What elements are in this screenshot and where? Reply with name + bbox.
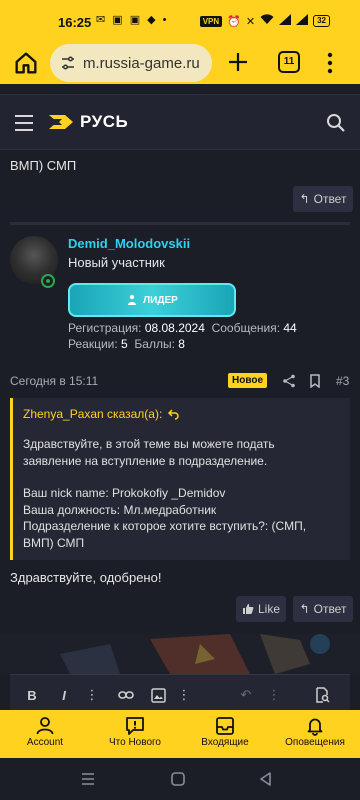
nav-account[interactable]: Account — [0, 710, 90, 758]
logo-mark-icon — [49, 115, 73, 129]
share-icon[interactable] — [282, 374, 296, 388]
browser-toolbar: m.russia-game.ru 11 — [0, 42, 360, 84]
more-options-icon-3[interactable]: ⋮ — [266, 687, 282, 703]
post-timestamp[interactable]: Сегодня в 15:11 — [10, 374, 98, 388]
nav-inbox-label: Входящие — [201, 737, 249, 748]
nav-account-label: Account — [26, 737, 64, 748]
more-vert-icon[interactable] — [326, 51, 334, 75]
quote-line: Здравствуйте, в этой теме вы можете пода… — [23, 437, 275, 451]
users-icon — [128, 294, 137, 305]
undo-icon[interactable]: ↶ — [238, 687, 254, 703]
points-value: 8 — [178, 337, 185, 351]
link-icon[interactable] — [118, 687, 134, 703]
alarm-icon: ⏰ — [227, 15, 241, 28]
new-badge: Новое — [228, 373, 268, 388]
more-options-icon[interactable]: ⋮ — [84, 687, 100, 703]
quote-line — [23, 469, 343, 485]
post-divider — [10, 222, 350, 225]
author-username[interactable]: Demid_Molodovskii — [68, 236, 190, 251]
reply-icon: ↰ — [299, 192, 310, 206]
rank-badge: ЛИДЕР — [68, 283, 236, 317]
decor-shapes — [60, 634, 330, 674]
site-logo[interactable]: РУСЬ — [48, 112, 128, 132]
wifi-icon — [260, 14, 274, 28]
italic-icon[interactable]: I — [56, 687, 72, 703]
reactions-label: Реакции: — [68, 337, 118, 351]
like-button[interactable]: Like — [236, 596, 286, 622]
bottom-navigation: Account Что Нового Входящие Оповещения — [0, 710, 360, 758]
rank-label: ЛИДЕР — [143, 294, 178, 306]
mute-icon: ✕ — [245, 15, 256, 28]
quote-line: Ваш nick name: Prokokofiy _Demidov — [23, 486, 226, 500]
bold-icon[interactable]: B — [24, 687, 40, 703]
quote-block: Zhenya_Paxan сказал(а): Здравствуйте, в … — [10, 398, 350, 560]
quote-header[interactable]: Zhenya_Paxan сказал(а): — [23, 407, 179, 421]
registration-label: Регистрация: — [68, 321, 142, 335]
preview-icon[interactable] — [314, 687, 330, 703]
signal-icon-2 — [296, 14, 309, 28]
nav-inbox[interactable]: Входящие — [180, 710, 270, 758]
online-status-icon — [41, 274, 55, 288]
home-icon[interactable] — [12, 49, 40, 77]
nav-notifications-label: Оповещения — [285, 737, 345, 748]
signal-icon — [279, 14, 292, 28]
messages-label: Сообщения: — [211, 321, 281, 335]
jump-to-quote-icon[interactable] — [167, 408, 179, 420]
thumbs-up-icon — [242, 604, 254, 614]
bookmark-icon[interactable] — [309, 374, 321, 389]
previous-post-text: ВМП) СМП — [10, 158, 77, 173]
more-options-icon-2[interactable]: ⋮ — [176, 687, 192, 703]
home-nav-icon[interactable] — [170, 771, 186, 787]
battery-icon: 32 — [313, 15, 330, 27]
tabs-counter-button[interactable]: 11 — [278, 51, 300, 73]
author-stats-row-1: Регистрация: 08.08.2024 Сообщения: 44 — [68, 321, 297, 335]
reply-label: Ответ — [313, 192, 347, 206]
reply-label: Ответ — [313, 602, 347, 616]
tune-icon[interactable] — [60, 55, 76, 71]
alert-box-icon — [126, 717, 144, 735]
points-label: Баллы: — [134, 337, 175, 351]
messages-value: 44 — [283, 321, 297, 335]
nav-notifications[interactable]: Оповещения — [270, 710, 360, 758]
system-navigation-bar — [0, 758, 360, 800]
quote-author[interactable]: Zhenya_Paxan сказал(а): — [23, 407, 162, 421]
like-label: Like — [257, 602, 280, 616]
author-stats-row-2: Реакции: 5 Баллы: 8 — [68, 337, 185, 351]
address-bar[interactable]: m.russia-game.ru — [50, 44, 212, 82]
reactions-value: 5 — [121, 337, 128, 351]
new-tab-plus-icon[interactable] — [226, 50, 250, 74]
system-icons: VPN ⏰ ✕ 32 — [199, 14, 330, 28]
reply-icon: ↰ — [299, 602, 310, 616]
post-number[interactable]: #3 — [336, 374, 349, 388]
search-icon[interactable] — [326, 113, 346, 133]
post-body: Здравствуйте, одобрено! — [10, 570, 162, 585]
notification-icons: ✉ ▣ ▣ ◆ • — [96, 14, 169, 26]
author-title: Новый участник — [68, 255, 165, 270]
editor-toolbar: B I ⋮ ⋮ ↶ ⋮ — [10, 674, 350, 714]
site-header: РУСЬ — [0, 94, 360, 150]
decorative-background — [0, 634, 360, 674]
nav-whats-new-label: Что Нового — [108, 737, 161, 748]
image-icon[interactable] — [150, 687, 166, 703]
back-icon[interactable] — [258, 771, 274, 787]
user-icon — [36, 717, 54, 735]
quote-body: Здравствуйте, в этой теме вы можете пода… — [23, 436, 343, 551]
menu-icon[interactable] — [14, 114, 34, 132]
status-time: 16:25 — [58, 15, 92, 30]
quote-line: Подразделение к которое хотите вступить?… — [23, 519, 307, 533]
url-text[interactable]: m.russia-game.ru — [83, 55, 200, 72]
registration-value: 08.08.2024 — [144, 321, 205, 335]
status-bar: 16:25 ✉ ▣ ▣ ◆ • VPN ⏰ ✕ 32 — [0, 0, 360, 42]
vpn-icon: VPN — [199, 15, 223, 27]
logo-text: РУСЬ — [80, 112, 129, 131]
nav-whats-new[interactable]: Что Нового — [90, 710, 180, 758]
reply-button-previous[interactable]: ↰ Ответ — [293, 186, 353, 212]
quote-line: ВМП) СМП — [23, 535, 85, 550]
quote-line: Ваша должность: Мл.медработник — [23, 502, 217, 517]
reply-button[interactable]: ↰ Ответ — [293, 596, 353, 622]
quote-line: заявление на вступление в подразделение. — [23, 453, 268, 468]
bell-icon — [307, 718, 323, 736]
recents-icon[interactable] — [80, 771, 96, 787]
inbox-icon — [216, 717, 234, 735]
